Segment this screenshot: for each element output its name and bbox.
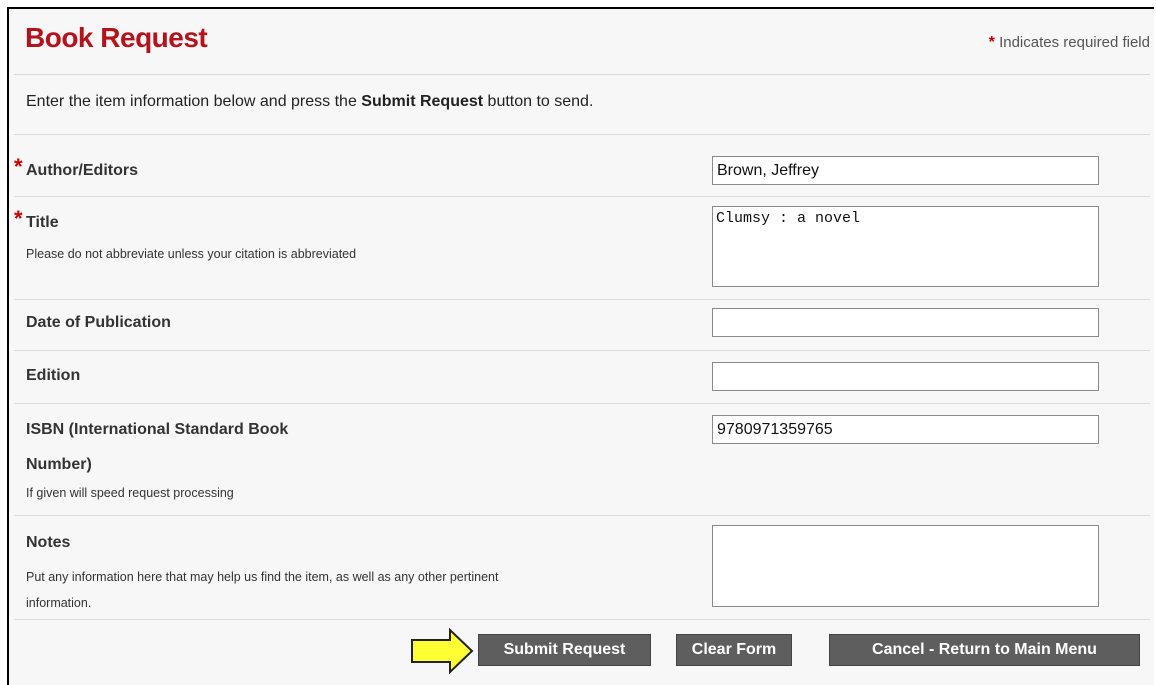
title-input[interactable]: Clumsy : a novel [712,206,1099,287]
row-divider [14,134,1150,135]
date-input[interactable] [712,308,1099,337]
row-divider [14,515,1150,516]
notes-hint-line2: information. [26,596,92,610]
author-label: * Author/Editors [14,154,138,179]
edition-input[interactable] [712,362,1099,391]
row-divider [14,619,1150,620]
row-divider [14,350,1150,351]
title-hint: Please do not abbreviate unless your cit… [26,247,357,261]
notes-label: Notes [26,534,71,551]
page-title: Book Request [25,22,208,53]
title-label: * Title [14,206,59,231]
date-label: Date of Publication [26,314,171,331]
edition-label: Edition [26,367,81,384]
yellow-arrow-icon [411,628,474,674]
header-divider [14,74,1150,75]
required-marker: * [14,154,23,179]
author-input[interactable] [712,156,1099,185]
isbn-hint: If given will speed request processing [26,486,234,500]
required-field-note: * Indicates required field [989,34,1150,52]
required-note-text: Indicates required field [999,34,1150,51]
notes-input[interactable] [712,525,1099,607]
row-divider [14,299,1150,300]
clear-form-button[interactable]: Clear Form [676,634,792,666]
isbn-label-line1: ISBN (International Standard Book [26,421,289,438]
row-divider [14,403,1150,404]
cancel-return-button[interactable]: Cancel - Return to Main Menu [829,634,1140,666]
row-divider [14,196,1150,197]
required-marker: * [14,206,23,231]
isbn-label-line2: Number) [26,456,92,473]
isbn-input[interactable] [712,415,1099,444]
submit-request-button[interactable]: Submit Request [478,634,651,666]
notes-hint-line1: Put any information here that may help u… [26,570,499,584]
required-marker: * [988,34,995,51]
intro-text: Enter the item information below and pre… [26,93,594,110]
intro-bold: Submit Request [361,93,484,110]
